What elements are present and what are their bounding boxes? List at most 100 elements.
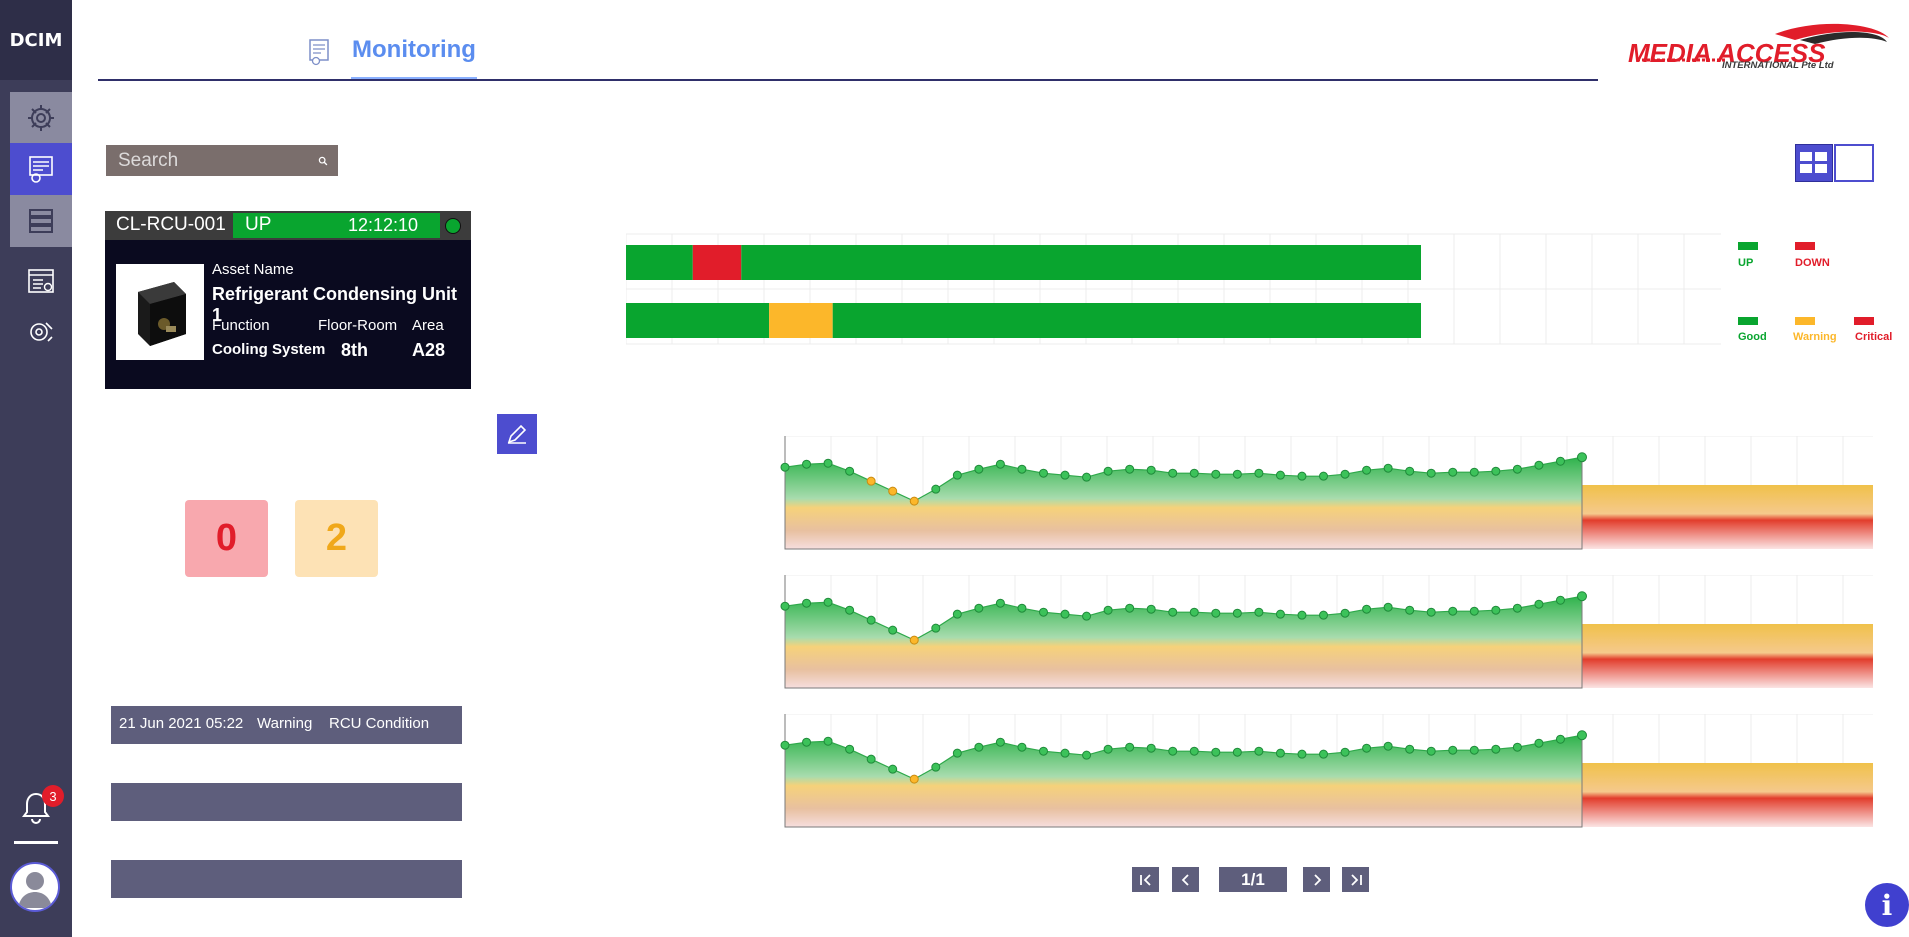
chart-point bbox=[1555, 734, 1565, 744]
chart-point bbox=[931, 762, 941, 772]
chart-point bbox=[802, 598, 812, 608]
info-button[interactable]: i bbox=[1865, 883, 1909, 927]
chart-point bbox=[1017, 464, 1027, 474]
chart-point bbox=[1577, 452, 1587, 463]
chart-point bbox=[1512, 464, 1522, 474]
chart-point bbox=[1125, 603, 1135, 613]
chart-point bbox=[995, 598, 1005, 608]
chart-point bbox=[1555, 456, 1565, 466]
sidebar-item-settings[interactable] bbox=[10, 306, 72, 358]
dcim-logo[interactable]: DCIM bbox=[0, 0, 72, 80]
chart-point bbox=[909, 496, 919, 506]
search-input[interactable] bbox=[116, 148, 310, 173]
notification-badge: 3 bbox=[42, 785, 64, 807]
chart-point bbox=[823, 597, 833, 607]
divider bbox=[14, 841, 58, 844]
last-page-icon bbox=[1350, 873, 1362, 886]
prev-page-button[interactable] bbox=[1172, 867, 1199, 892]
chart-point bbox=[931, 484, 941, 494]
chart-point bbox=[931, 623, 941, 633]
chart-point bbox=[1405, 744, 1415, 754]
timeline-segment-up bbox=[741, 245, 1421, 280]
event-row[interactable] bbox=[111, 860, 462, 898]
sidebar-item-monitoring[interactable] bbox=[10, 143, 72, 195]
chart-point bbox=[1211, 608, 1221, 618]
chart-point bbox=[1448, 606, 1458, 616]
legend-warning-swatch bbox=[1795, 317, 1815, 325]
chart-point bbox=[1340, 747, 1350, 757]
chart-point bbox=[1038, 746, 1048, 756]
chart-point bbox=[845, 605, 855, 615]
legend-warning: Warning bbox=[1793, 331, 1837, 343]
event-row[interactable]: 21 Jun 2021 05:22 Warning RCU Condition bbox=[111, 706, 462, 744]
chart-point bbox=[1448, 745, 1458, 755]
chart-point bbox=[1125, 742, 1135, 752]
chart-point bbox=[1254, 746, 1264, 756]
chart-point bbox=[1469, 745, 1479, 755]
chart-point bbox=[866, 754, 876, 764]
chart-point bbox=[1275, 609, 1285, 619]
function-value: Cooling System bbox=[212, 341, 326, 358]
single-view-button[interactable] bbox=[1834, 144, 1874, 182]
edit-button[interactable] bbox=[497, 414, 537, 454]
function-label: Function bbox=[212, 317, 270, 334]
chart-point bbox=[1577, 730, 1587, 741]
asset-image bbox=[116, 264, 204, 360]
last-page-button[interactable] bbox=[1342, 867, 1369, 892]
chart-point bbox=[1168, 607, 1178, 617]
warning-count[interactable]: 2 bbox=[295, 500, 378, 577]
chart-point bbox=[802, 737, 812, 747]
chart-point bbox=[1232, 469, 1242, 479]
first-page-button[interactable] bbox=[1132, 867, 1159, 892]
chart-point bbox=[1146, 743, 1156, 753]
event-row[interactable] bbox=[111, 783, 462, 821]
chart-point bbox=[1232, 608, 1242, 618]
chart-point bbox=[1319, 610, 1329, 620]
legend-good-swatch bbox=[1738, 317, 1758, 325]
area-value: A28 bbox=[412, 340, 446, 360]
sidebar-item-dashboard[interactable] bbox=[10, 92, 72, 144]
monitoring-icon bbox=[309, 39, 329, 66]
chart-point bbox=[1405, 605, 1415, 615]
gear-dashboard-icon bbox=[28, 105, 54, 131]
asset-status: UP bbox=[245, 214, 272, 235]
page-title: Monitoring bbox=[352, 36, 476, 63]
chart-point bbox=[1146, 465, 1156, 475]
chart-point bbox=[1362, 465, 1372, 475]
next-page-button[interactable] bbox=[1303, 867, 1330, 892]
sidebar-item-configuration[interactable] bbox=[10, 256, 72, 308]
chart-point bbox=[1254, 468, 1264, 478]
sidebar-item-assets[interactable] bbox=[10, 195, 72, 247]
chart-point bbox=[974, 603, 984, 613]
chart-point bbox=[1297, 471, 1307, 481]
legend-critical: Critical bbox=[1855, 331, 1893, 343]
chart-point bbox=[909, 635, 919, 645]
chart-point bbox=[1362, 604, 1372, 614]
timeline-segment-good bbox=[626, 303, 770, 338]
avatar[interactable] bbox=[10, 862, 60, 912]
chart-point bbox=[1103, 605, 1113, 615]
grid-view-button[interactable] bbox=[1795, 144, 1833, 182]
chart-point bbox=[1340, 469, 1350, 479]
chart-point bbox=[888, 764, 898, 774]
legend-good: Good bbox=[1738, 331, 1767, 343]
header-divider bbox=[98, 79, 1598, 81]
event-description: RCU Condition bbox=[329, 715, 430, 732]
monitoring-icon bbox=[29, 156, 53, 183]
chart-point bbox=[1340, 608, 1350, 618]
chart-point bbox=[995, 737, 1005, 747]
legend-down: DOWN bbox=[1795, 257, 1830, 269]
chart-point bbox=[1103, 744, 1113, 754]
chart-point bbox=[1577, 591, 1587, 602]
chevron-left-icon bbox=[1181, 873, 1189, 886]
floor-room-value: 8th bbox=[341, 340, 368, 360]
timeline-segment-down bbox=[692, 245, 742, 280]
asset-card[interactable]: CL-RCU-001 UP 12:12:10 Asset Name Refrig… bbox=[105, 211, 471, 389]
event-severity: Warning bbox=[257, 715, 313, 732]
search-icon[interactable] bbox=[318, 152, 328, 170]
critical-count[interactable]: 0 bbox=[185, 500, 268, 577]
condensing-unit-image bbox=[138, 282, 186, 346]
chart-point bbox=[1491, 744, 1501, 754]
asset-time: 12:12:10 bbox=[348, 215, 419, 235]
chart-point bbox=[1534, 460, 1544, 470]
